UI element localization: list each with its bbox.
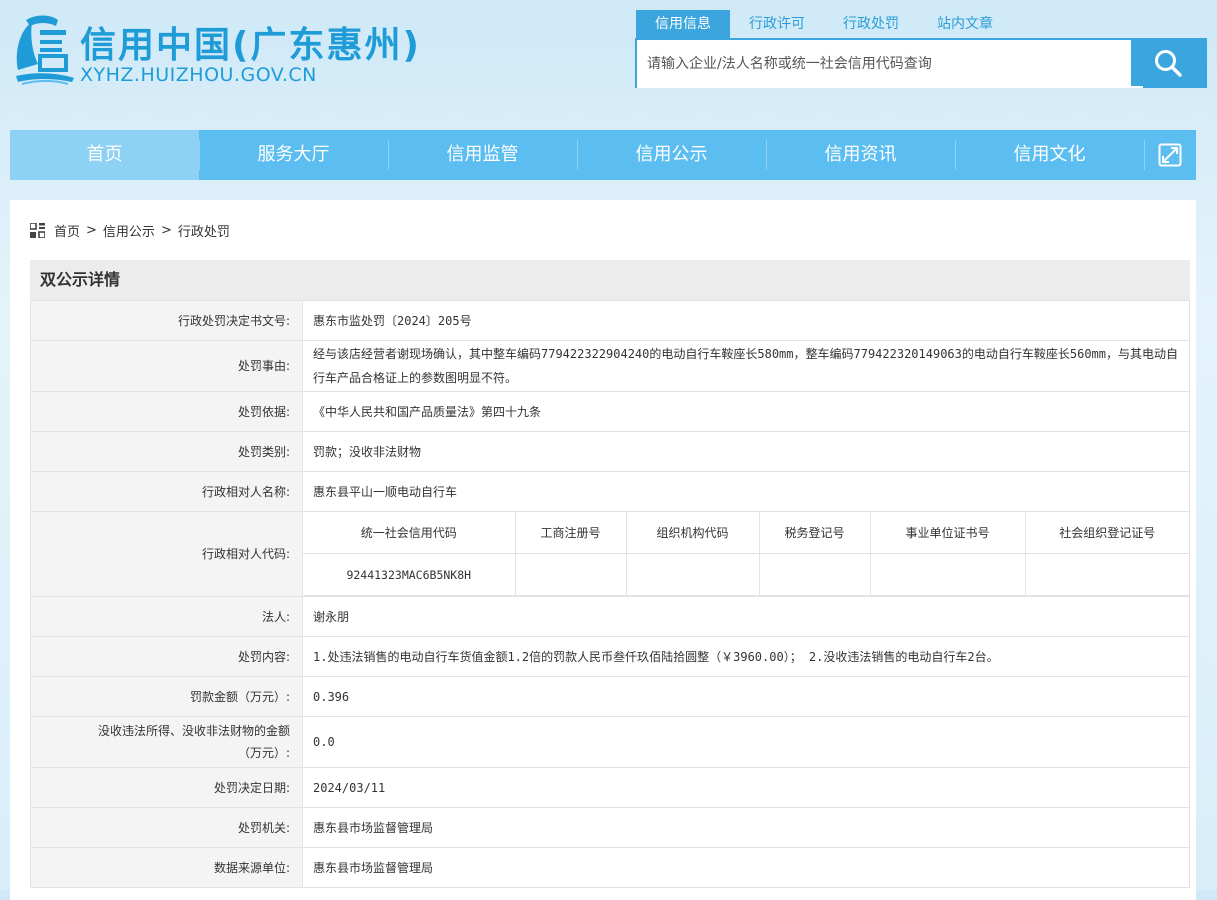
fine-label: 罚款金额（万元）: — [30, 676, 303, 717]
code-header-institution-cert: 事业单位证书号 — [869, 512, 1026, 554]
party-code-table: 统一社会信用代码 工商注册号 组织机构代码 税务登记号 事业单位证书号 社会组织… — [303, 512, 1189, 596]
legal-rep-value: 谢永朋 — [302, 596, 1190, 637]
breadcrumb-separator: > — [86, 223, 97, 238]
table-row: 法人: 谢永朋 — [30, 596, 1190, 637]
confiscation-label: 没收违法所得、没收非法财物的金额（万元）: — [30, 716, 303, 768]
search-tab-admin-penalty[interactable]: 行政处罚 — [824, 10, 918, 38]
search-tab-site-articles[interactable]: 站内文章 — [918, 10, 1012, 38]
code-header-business-reg: 工商注册号 — [514, 512, 627, 554]
search-tab-admin-license[interactable]: 行政许可 — [730, 10, 824, 38]
expand-icon — [1158, 143, 1182, 167]
site-logo[interactable] — [12, 12, 76, 88]
search-tabs: 信用信息 行政许可 行政处罚 站内文章 — [636, 10, 1012, 38]
breadcrumb: 首页 > 信用公示 > 行政处罚 — [30, 221, 230, 240]
table-row: 处罚依据: 《中华人民共和国产品质量法》第四十九条 — [30, 391, 1190, 432]
nav-item-service-hall[interactable]: 服务大厅 — [199, 130, 388, 180]
table-row: 处罚类别: 罚款；没收非法财物 — [30, 431, 1190, 472]
basis-label: 处罚依据: — [30, 391, 303, 432]
table-row: 行政处罚决定书文号: 惠东市监处罚〔2024〕205号 — [30, 300, 1190, 341]
code-value-tax-reg — [758, 553, 871, 596]
confiscation-value: 0.0 — [302, 716, 1190, 768]
reason-value: 经与该店经营者谢现场确认，其中整车编码779422322904240的电动自行车… — [302, 340, 1190, 392]
authority-value: 惠东县市场监督管理局 — [302, 807, 1190, 848]
table-row: 数据来源单位: 惠东县市场监督管理局 — [30, 847, 1190, 888]
search-button[interactable] — [1131, 40, 1205, 86]
basis-value: 《中华人民共和国产品质量法》第四十九条 — [302, 391, 1190, 432]
table-row: 处罚机关: 惠东县市场监督管理局 — [30, 807, 1190, 848]
category-label: 处罚类别: — [30, 431, 303, 472]
table-row: 处罚内容: 1.处违法销售的电动自行车货值金额1.2倍的罚款人民币叁仟玖佰陆拾圆… — [30, 636, 1190, 677]
decision-no-value: 惠东市监处罚〔2024〕205号 — [302, 300, 1190, 341]
table-row: 行政相对人名称: 惠东县平山一顺电动自行车 — [30, 471, 1190, 512]
code-header-row: 统一社会信用代码 工商注册号 组织机构代码 税务登记号 事业单位证书号 社会组织… — [303, 512, 1189, 554]
code-value-social-org — [1024, 553, 1189, 596]
fine-value: 0.396 — [302, 676, 1190, 717]
search-icon — [1155, 50, 1182, 77]
nav-item-credit-news[interactable]: 信用资讯 — [766, 130, 955, 180]
date-label: 处罚决定日期: — [30, 767, 303, 808]
source-label: 数据来源单位: — [30, 847, 303, 888]
table-row: 没收违法所得、没收非法财物的金额（万元）: 0.0 — [30, 716, 1190, 768]
content-panel: 首页 > 信用公示 > 行政处罚 双公示详情 行政处罚决定书文号: 惠东市监处罚… — [10, 200, 1196, 900]
site-url: XYHZ.HUIZHOU.GOV.CN — [80, 64, 317, 86]
source-value: 惠东县市场监督管理局 — [302, 847, 1190, 888]
breadcrumb-home[interactable]: 首页 — [54, 221, 80, 240]
code-value-row: 92441323MAC6B5NK8H — [303, 553, 1189, 596]
search-input[interactable] — [637, 40, 1143, 88]
code-value-institution-cert — [869, 553, 1026, 596]
code-header-uscc: 统一社会信用代码 — [303, 512, 516, 554]
nav-item-credit-culture[interactable]: 信用文化 — [955, 130, 1144, 180]
code-value-uscc: 92441323MAC6B5NK8H — [303, 553, 516, 596]
detail-table: 行政处罚决定书文号: 惠东市监处罚〔2024〕205号 处罚事由: 经与该店经营… — [30, 300, 1190, 888]
breadcrumb-separator: > — [160, 223, 172, 238]
party-code-cell: 统一社会信用代码 工商注册号 组织机构代码 税务登记号 事业单位证书号 社会组织… — [302, 511, 1190, 597]
nav-item-home[interactable]: 首页 — [10, 130, 199, 180]
nav-item-credit-supervision[interactable]: 信用监管 — [388, 130, 577, 180]
date-value: 2024/03/11 — [302, 767, 1190, 808]
legal-rep-label: 法人: — [30, 596, 303, 637]
code-value-org-code — [625, 553, 760, 596]
table-row: 处罚决定日期: 2024/03/11 — [30, 767, 1190, 808]
search-box — [635, 38, 1207, 88]
code-header-org-code: 组织机构代码 — [625, 512, 760, 554]
search-tab-credit-info[interactable]: 信用信息 — [636, 10, 730, 38]
code-header-social-org: 社会组织登记证号 — [1024, 512, 1189, 554]
breadcrumb-credit-disclosure[interactable]: 信用公示 — [103, 221, 155, 240]
reason-label: 处罚事由: — [30, 340, 303, 392]
content-label: 处罚内容: — [30, 636, 303, 677]
table-row: 处罚事由: 经与该店经营者谢现场确认，其中整车编码779422322904240… — [30, 340, 1190, 392]
table-row: 罚款金额（万元）: 0.396 — [30, 676, 1190, 717]
site-title: 信用中国(广东惠州) — [80, 25, 421, 66]
nav-item-credit-disclosure[interactable]: 信用公示 — [577, 130, 766, 180]
content-value: 1.处违法销售的电动自行车货值金额1.2倍的罚款人民币叁仟玖佰陆拾圆整（￥396… — [302, 636, 1190, 677]
breadcrumb-admin-penalty[interactable]: 行政处罚 — [178, 221, 230, 240]
grid-icon — [30, 223, 45, 238]
table-row: 行政相对人代码: 统一社会信用代码 工商注册号 组织机构代码 税务登记号 事业单… — [30, 511, 1190, 597]
party-code-label: 行政相对人代码: — [30, 511, 303, 597]
code-header-tax-reg: 税务登记号 — [758, 512, 871, 554]
nav-expand-button[interactable] — [1144, 130, 1196, 180]
main-nav: 首页 服务大厅 信用监管 信用公示 信用资讯 信用文化 — [10, 130, 1196, 180]
category-value: 罚款；没收非法财物 — [302, 431, 1190, 472]
decision-no-label: 行政处罚决定书文号: — [30, 300, 303, 341]
authority-label: 处罚机关: — [30, 807, 303, 848]
code-value-business-reg — [514, 553, 627, 596]
party-name-label: 行政相对人名称: — [30, 471, 303, 512]
section-title: 双公示详情 — [30, 260, 1190, 300]
party-name-value: 惠东县平山一顺电动自行车 — [302, 471, 1190, 512]
